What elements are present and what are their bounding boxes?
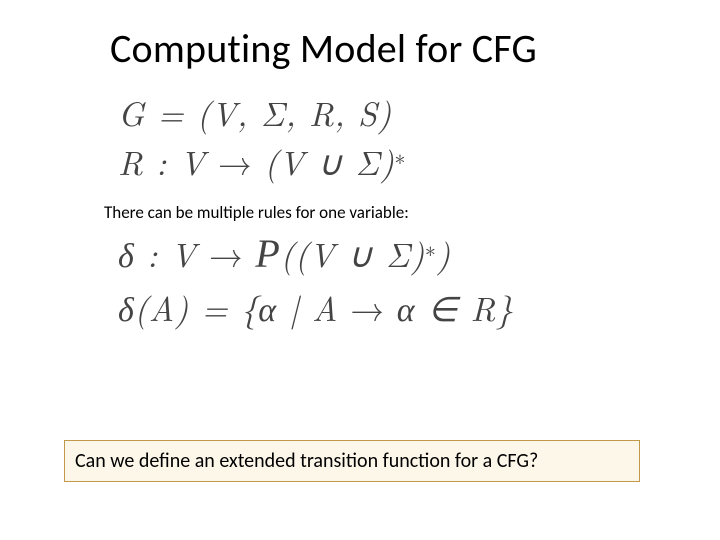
arrow-icon: → [209,229,255,277]
equation-g-tuple: G = (V, Σ, R, S) [118,91,680,134]
arrow-icon: → [350,283,396,331]
eq-lhs: δ(A) = {α | A [118,283,338,331]
eq-open: ((V ∪ Σ) [280,229,425,277]
callout-text: Can we define an extended transition fun… [75,449,538,473]
eq-rhs: α ∈ R} [397,283,514,331]
eq-rhs: (V ∪ Σ) [264,137,394,185]
eq-text: G = (V, Σ, R, S) [118,88,392,136]
powerset-symbol: P [255,231,280,276]
kleene-star: ∗ [425,233,437,264]
slide-title: Computing Model for CFG [110,24,680,73]
equation-block-2: δ : V → P((V ∪ Σ)∗) δ(A) = {α | A → α ∈ … [118,229,680,331]
kleene-star: ∗ [395,141,407,172]
equation-delta-def: δ(A) = {α | A → α ∈ R} [118,283,680,331]
eq-lhs: R : V [118,137,205,185]
equation-block-1: G = (V, Σ, R, S) R : V → (V ∪ Σ)∗ [118,91,680,182]
callout-box: Can we define an extended transition fun… [64,440,640,482]
equation-delta-map: δ : V → P((V ∪ Σ)∗) [118,229,680,277]
slide: Computing Model for CFG G = (V, Σ, R, S)… [0,0,720,540]
note-text: There can be multiple rules for one vari… [104,202,680,223]
equation-r-rule: R : V → (V ∪ Σ)∗ [118,140,680,183]
arrow-icon: → [218,137,264,185]
eq-lhs: δ : V [118,229,196,277]
eq-close: ) [436,229,450,277]
